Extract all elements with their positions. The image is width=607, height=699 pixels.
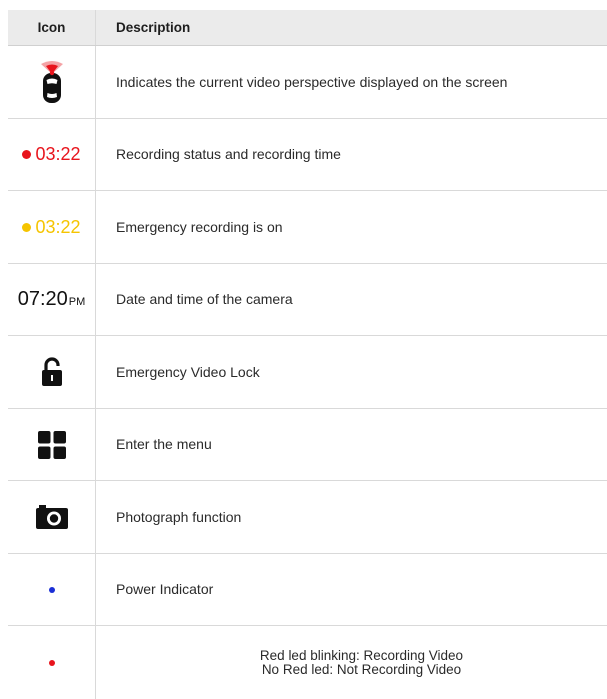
icon-cell — [8, 409, 96, 480]
emergency-timer: 03:22 — [22, 216, 81, 238]
clock-display: 07:20 PM — [18, 288, 86, 311]
description-line-1: Red led blinking: Recording Video — [259, 647, 464, 663]
emergency-time: 03:22 — [35, 216, 81, 237]
table-row: Power Indicator — [8, 554, 607, 626]
icon-cell — [8, 336, 96, 408]
header-description-column: Description — [116, 20, 191, 35]
grid-menu-icon — [37, 430, 66, 459]
row-description: Emergency recording is on — [116, 218, 283, 235]
table-row: Red led blinking: Recording Video No Red… — [8, 626, 607, 699]
icon-cell: 03:22 — [8, 119, 96, 190]
header-icon-column: Icon — [8, 10, 96, 45]
icon-cell — [8, 626, 96, 699]
clock-time: 07:20 — [17, 288, 68, 310]
row-description: Photograph function — [116, 508, 242, 525]
recording-time: 03:22 — [35, 144, 81, 164]
row-description: Power Indicator — [116, 581, 214, 597]
icon-cell — [8, 46, 96, 118]
table-row: Indicates the current video perspective … — [8, 46, 607, 119]
row-description: Enter the menu — [116, 436, 212, 452]
table-row: 03:22 Recording status and recording tim… — [8, 119, 607, 191]
recording-timer: 03:22 — [22, 144, 81, 165]
red-dot-icon — [22, 150, 32, 159]
red-led-dot-icon — [48, 659, 55, 666]
table-row: Photograph function — [8, 481, 607, 554]
row-description: Red led blinking: Recording Video No Red… — [96, 626, 607, 699]
table-row: 07:20 PM Date and time of the camera — [8, 264, 607, 336]
description-line-2: No Red led: Not Recording Video — [261, 661, 462, 677]
table-row: Emergency Video Lock — [8, 336, 607, 409]
blue-dot-icon — [48, 586, 55, 593]
icon-cell: 07:20 PM — [8, 264, 96, 335]
row-description: Date and time of the camera — [116, 291, 293, 307]
lock-icon — [41, 357, 62, 386]
icon-cell — [8, 481, 96, 553]
yellow-dot-icon — [22, 222, 32, 232]
row-description: Emergency Video Lock — [116, 363, 260, 380]
clock-ampm: PM — [68, 296, 86, 308]
icon-cell: 03:22 — [8, 191, 96, 263]
table-row: 03:22 Emergency recording is on — [8, 191, 607, 264]
table-header: Icon Description — [8, 10, 607, 46]
icon-cell — [8, 554, 96, 625]
row-description: Indicates the current video perspective … — [116, 73, 508, 90]
table-row: Enter the menu — [8, 409, 607, 481]
row-description: Recording status and recording time — [116, 146, 341, 162]
icon-description-table: Icon Description Indicates the current v… — [8, 10, 607, 699]
car-perspective-icon — [40, 61, 63, 103]
camera-icon — [35, 505, 68, 529]
